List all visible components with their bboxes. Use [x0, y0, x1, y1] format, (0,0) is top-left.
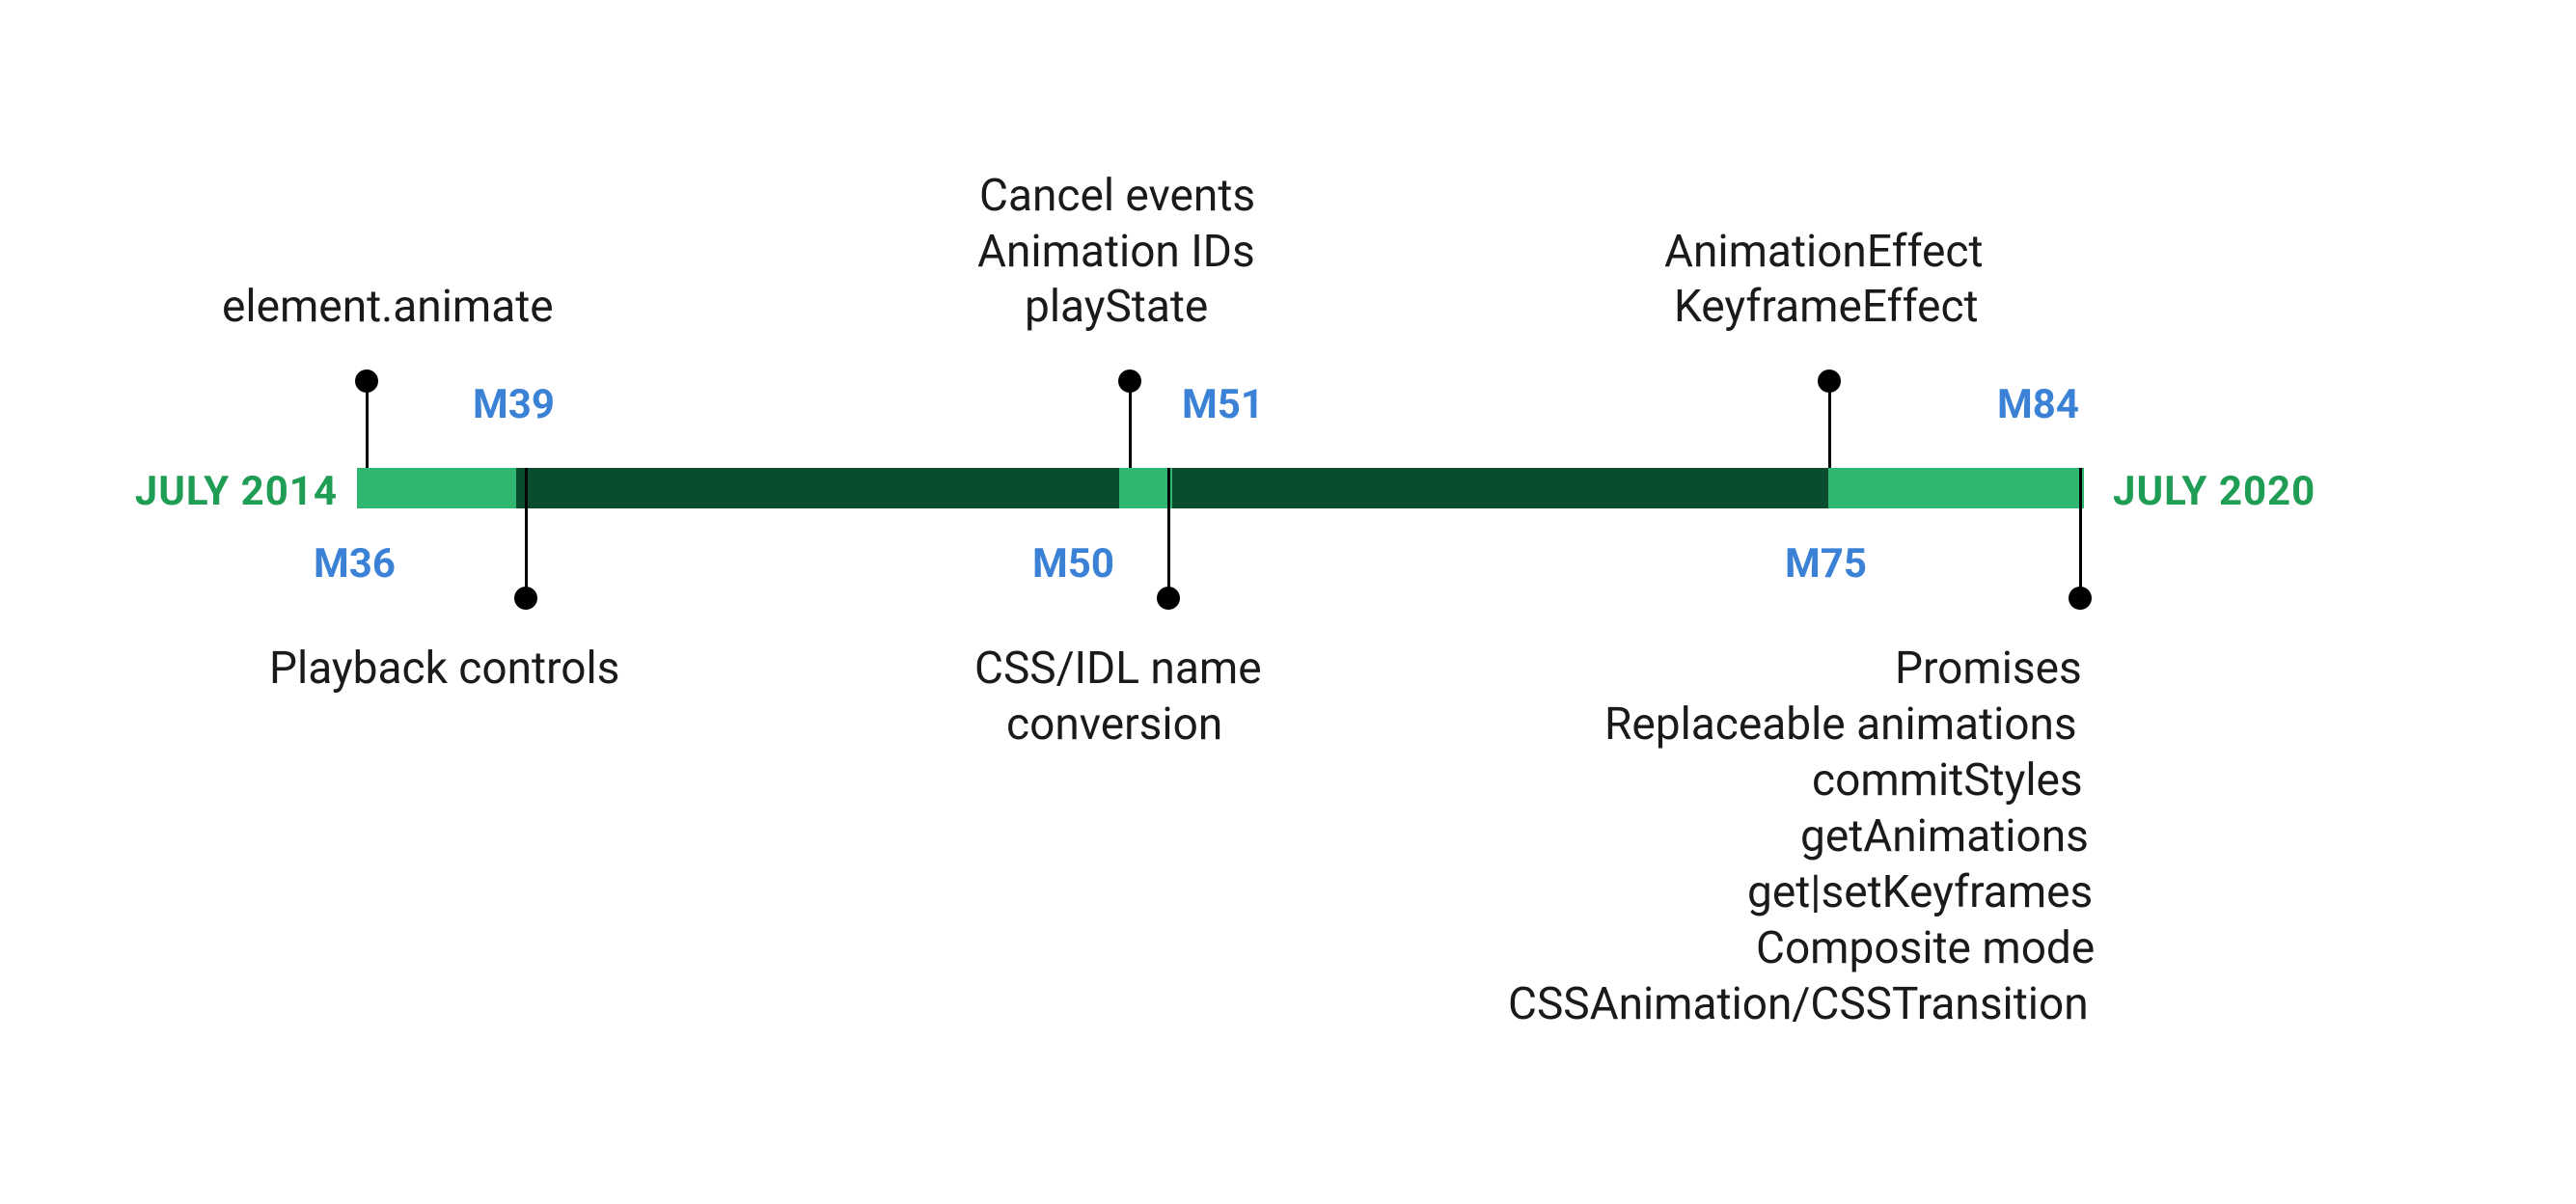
label-m84: M84 [1997, 381, 2079, 428]
stem-m51 [1129, 381, 1132, 468]
stem-m84 [2079, 468, 2082, 598]
dot-m84 [2069, 587, 2092, 610]
feature-m84-3: getAnimations [1800, 809, 2089, 865]
feature-m36-0: element.animate [222, 280, 554, 336]
feature-m84-5: Composite mode [1756, 921, 2095, 977]
dot-m51 [1118, 369, 1141, 393]
bar-segment-3 [1119, 468, 1172, 508]
stem-m75 [1828, 381, 1831, 468]
feature-m84-6: CSSAnimation/CSSTransition [1508, 977, 2089, 1033]
feature-m51-2: playState [1025, 280, 1208, 336]
label-m36: M36 [314, 540, 396, 588]
feature-m51-1: Animation IDs [977, 225, 1255, 281]
bar-segment-1 [357, 468, 516, 508]
dot-m75 [1818, 369, 1841, 393]
feature-m84-4: get|setKeyframes [1747, 865, 2093, 921]
stem-m36 [366, 381, 369, 468]
timeline-diagram: JULY 2014 JULY 2020 M36 element.animate … [0, 0, 2576, 1204]
label-m39: M39 [473, 381, 555, 428]
feature-m75-1: KeyframeEffect [1674, 280, 1979, 336]
feature-m75-0: AnimationEffect [1664, 225, 1984, 281]
feature-m84-0: Promises [1895, 642, 2082, 698]
stem-m39 [525, 468, 528, 598]
start-date: JULY 2014 [135, 468, 338, 515]
end-date: JULY 2020 [2113, 468, 2316, 515]
feature-m51-0: Cancel events [979, 169, 1255, 225]
dot-m50 [1157, 587, 1180, 610]
label-m75: M75 [1785, 540, 1867, 588]
dot-m39 [514, 587, 537, 610]
stem-m50 [1167, 468, 1170, 598]
dot-m36 [355, 369, 378, 393]
feature-m50-0: CSS/IDL name [974, 642, 1262, 698]
label-m51: M51 [1182, 381, 1264, 428]
bar-segment-2 [516, 468, 1119, 508]
bar-segment-5 [1828, 468, 2084, 508]
label-m50: M50 [1032, 540, 1114, 588]
feature-m84-1: Replaceable animations [1604, 698, 2077, 753]
feature-m39-0: Playback controls [269, 642, 619, 698]
feature-m50-1: conversion [1006, 698, 1222, 753]
feature-m84-2: commitStyles [1812, 753, 2083, 809]
bar-segment-4 [1172, 468, 1828, 508]
